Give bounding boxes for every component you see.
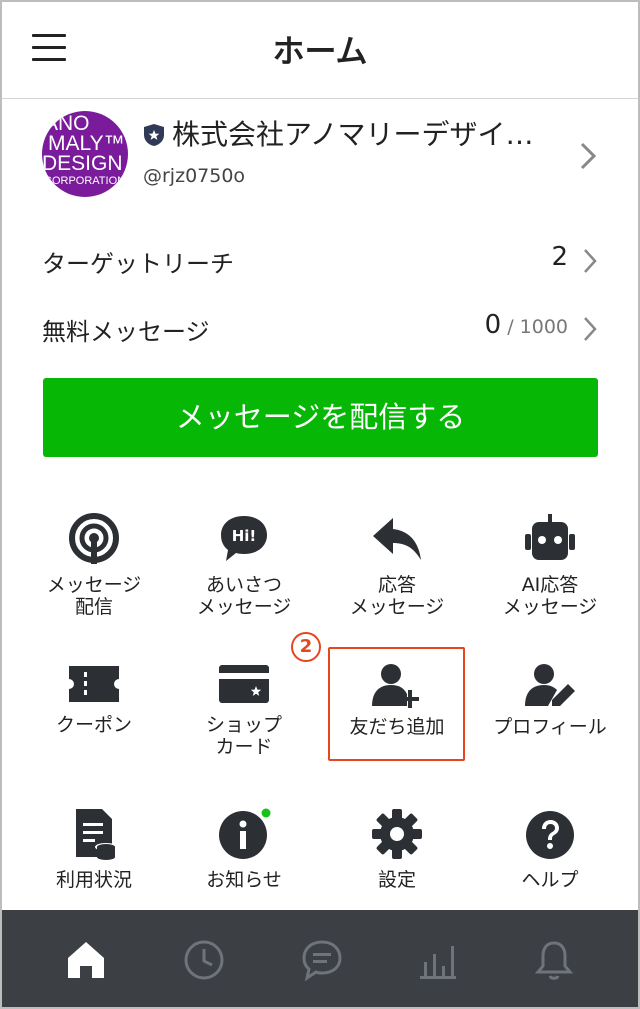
free-message-count: 0: [484, 310, 502, 340]
broadcast-icon: [69, 513, 119, 564]
clock-icon[interactable]: [182, 938, 226, 982]
info-icon: [219, 807, 272, 859]
grid-item-broadcast[interactable]: メッセージ 配信: [19, 512, 169, 618]
profile-icon: [525, 664, 575, 706]
grid-label: メッセージ 配信: [46, 574, 142, 618]
account-id: @rjz0750o: [143, 165, 246, 187]
bell-icon[interactable]: [532, 938, 576, 982]
grid-item-coupon[interactable]: クーポン: [19, 662, 169, 736]
greeting-icon: Hi!: [221, 516, 267, 561]
card-icon: [219, 665, 269, 703]
grid-item-shop-card[interactable]: ショップ カード: [169, 662, 319, 758]
grid-label: 設定: [377, 869, 416, 891]
avatar-text: DESIGN: [42, 152, 123, 175]
chevron-right-icon: [580, 142, 597, 170]
chevron-right-icon: [584, 317, 597, 341]
grid-label: プロフィール: [493, 716, 607, 738]
coupon-icon: [66, 666, 122, 702]
grid-label: 利用状況: [55, 869, 132, 891]
grid-item-news[interactable]: お知らせ: [169, 807, 319, 891]
help-icon: [526, 811, 574, 859]
grid-item-greeting[interactable]: Hi! あいさつ メッセージ: [169, 512, 319, 618]
step-badge: 2: [291, 632, 321, 662]
chart-icon[interactable]: [416, 938, 460, 982]
chat-icon[interactable]: [300, 938, 344, 982]
grid-label: 友だち追加: [349, 716, 445, 738]
avatar: ANO MALY™ DESIGN CORPORATION: [42, 111, 128, 197]
grid-item-usage[interactable]: 利用状況: [19, 807, 169, 891]
avatar-text: MALY™: [48, 132, 125, 155]
add-friend-icon: [372, 664, 419, 708]
page-title: ホーム: [272, 32, 368, 70]
grid-item-help[interactable]: ヘルプ: [475, 807, 625, 891]
grid-item-auto-reply[interactable]: 応答 メッセージ: [322, 512, 472, 618]
grid-item-profile[interactable]: プロフィール: [475, 662, 625, 738]
home-icon[interactable]: [64, 938, 108, 982]
free-message-row[interactable]: 無料メッセージ 0 / 1000: [42, 310, 598, 350]
grid-item-settings[interactable]: 設定: [322, 807, 472, 891]
free-message-limit: / 1000: [501, 316, 568, 338]
chevron-right-icon: [584, 249, 597, 273]
account-card[interactable]: ANO MALY™ DESIGN CORPORATION 株式会社アノマリーデザ…: [2, 99, 638, 214]
target-reach-label: ターゲットリーチ: [42, 250, 234, 278]
grid-item-add-friend[interactable]: 友だち追加: [322, 662, 472, 738]
grid-label: AI応答 メッセージ: [502, 574, 598, 618]
free-message-value: 0 / 1000: [485, 310, 568, 340]
send-message-button[interactable]: メッセージを配信する: [43, 378, 598, 457]
grid-label: ヘルプ: [521, 869, 579, 891]
target-reach-value: 2: [551, 242, 568, 272]
grid-label: お知らせ: [206, 869, 282, 891]
reply-icon: [373, 518, 421, 560]
verified-shield-icon: [144, 124, 164, 146]
robot-icon: [525, 514, 575, 560]
grid-item-ai-reply[interactable]: AI応答 メッセージ: [475, 512, 625, 618]
target-reach-row[interactable]: ターゲットリーチ 2: [42, 242, 598, 282]
app-frame: ホーム ANO MALY™ DESIGN CORPORATION 株式会社アノマ…: [2, 2, 638, 1007]
grid-label: 応答 メッセージ: [349, 574, 445, 618]
header: ホーム: [2, 2, 638, 99]
grid-label: クーポン: [55, 714, 132, 736]
svg-text:Hi!: Hi!: [232, 527, 257, 545]
settings-icon: [372, 809, 422, 859]
account-name: 株式会社アノマリーデザイ…: [172, 118, 534, 151]
free-message-label: 無料メッセージ: [42, 318, 210, 346]
bottom-tab-bar: [2, 910, 638, 1007]
notification-dot-icon: [261, 808, 271, 818]
avatar-text: CORPORATION: [44, 175, 126, 187]
avatar-text: ANO: [44, 112, 90, 135]
grid-label: ショップ カード: [205, 714, 282, 758]
grid-label: あいさつ メッセージ: [196, 574, 292, 618]
usage-icon: [76, 809, 117, 860]
